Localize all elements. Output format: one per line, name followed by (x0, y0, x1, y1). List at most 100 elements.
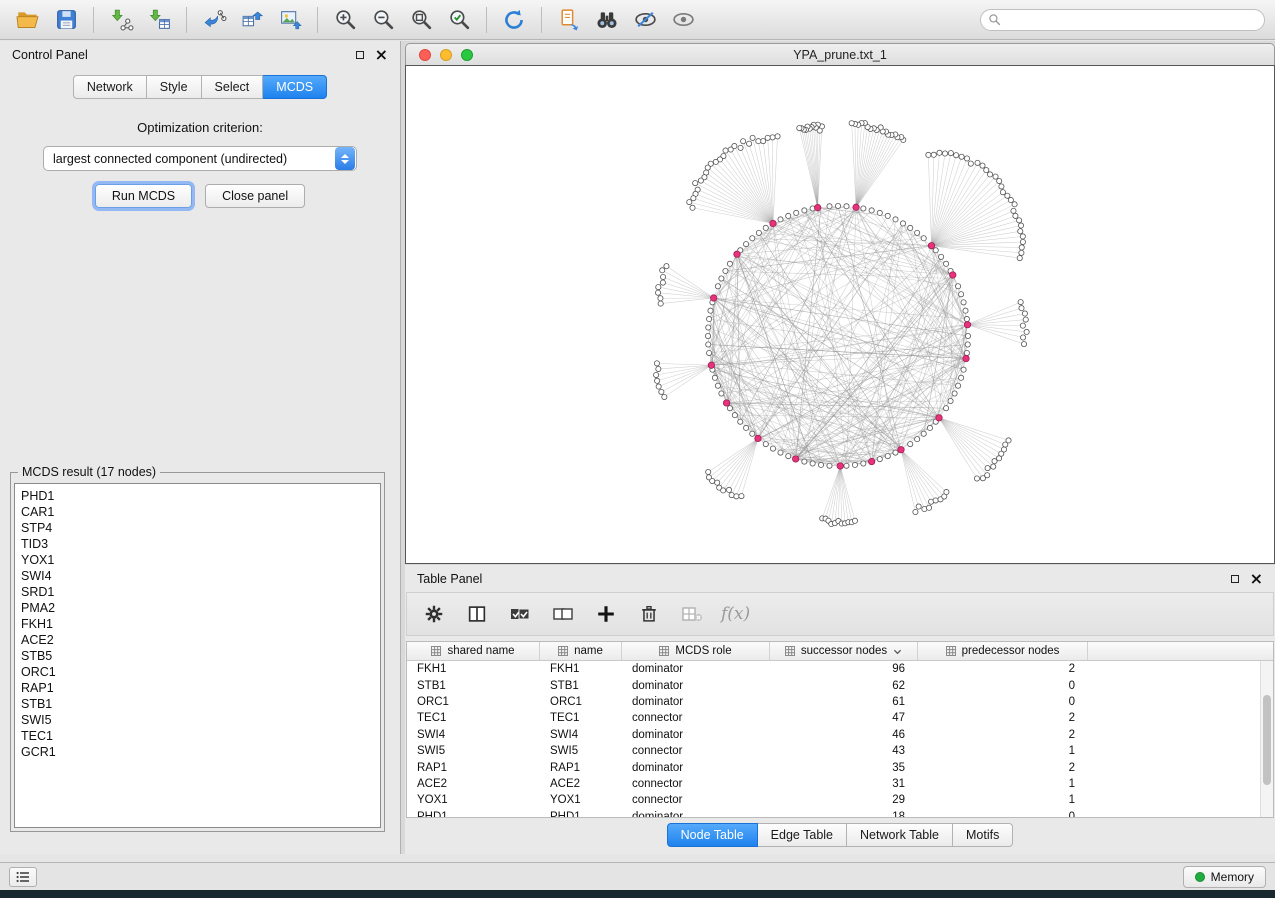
float-table-panel-icon[interactable] (1231, 575, 1239, 583)
show-columns-button[interactable] (463, 599, 491, 629)
table-cell: 0 (918, 696, 1088, 708)
zoom-in-button[interactable] (327, 4, 363, 36)
export-table-button[interactable] (234, 4, 270, 36)
search-input[interactable] (1006, 13, 1257, 27)
column-header-shared-name[interactable]: shared name (407, 642, 540, 660)
column-header-predecessor-nodes[interactable]: predecessor nodes (918, 642, 1088, 660)
close-table-panel-icon[interactable]: × (1250, 573, 1263, 585)
tab-motifs[interactable]: Motifs (953, 823, 1013, 847)
table-settings-button[interactable] (420, 599, 448, 629)
mcds-node-item[interactable]: CAR1 (21, 504, 374, 520)
toolbar-separator (486, 7, 487, 33)
delete-column-button[interactable] (635, 599, 663, 629)
network-window-title: YPA_prune.txt_1 (793, 48, 887, 62)
network-canvas[interactable] (406, 66, 1274, 563)
search-network-button[interactable] (589, 4, 625, 36)
mcds-node-item[interactable]: SRD1 (21, 584, 374, 600)
show-hide-button[interactable] (665, 4, 701, 36)
close-panel-icon[interactable]: × (375, 49, 388, 61)
application-window: Control Panel × Network Style Select MCD… (0, 0, 1275, 890)
deselect-all-rows-button[interactable] (549, 599, 577, 629)
mcds-node-item[interactable]: YOX1 (21, 552, 374, 568)
create-column-button[interactable] (592, 599, 620, 629)
table-row[interactable]: SWI4SWI4dominator462 (407, 727, 1260, 743)
scrollbar-thumb[interactable] (1263, 695, 1271, 785)
mcds-node-item[interactable]: TEC1 (21, 728, 374, 744)
network-view[interactable] (405, 65, 1275, 564)
close-panel-button[interactable]: Close panel (205, 184, 305, 208)
clear-table-button[interactable] (678, 599, 706, 629)
zoom-selected-button[interactable] (441, 4, 477, 36)
network-window-titlebar[interactable]: YPA_prune.txt_1 (405, 43, 1275, 65)
column-header-name[interactable]: name (540, 642, 622, 660)
zoom-fit-button[interactable] (403, 4, 439, 36)
tab-edge-table[interactable]: Edge Table (758, 823, 847, 847)
tab-node-table[interactable]: Node Table (667, 823, 758, 847)
table-row[interactable]: SWI5SWI5connector431 (407, 743, 1260, 759)
function-builder-button[interactable]: f(x) (721, 599, 750, 629)
memory-button[interactable]: Memory (1183, 866, 1266, 888)
plus-icon (595, 603, 617, 625)
mcds-node-item[interactable]: STB5 (21, 648, 374, 664)
mcds-node-item[interactable]: ORC1 (21, 664, 374, 680)
table-row[interactable]: ORC1ORC1dominator610 (407, 694, 1260, 710)
node-table: shared name name MCDS role successor nod… (406, 641, 1274, 818)
close-window-icon[interactable] (419, 49, 431, 61)
table-row[interactable]: PHD1PHD1dominator180 (407, 809, 1260, 817)
mcds-node-item[interactable]: PMA2 (21, 600, 374, 616)
mcds-node-item[interactable]: SWI4 (21, 568, 374, 584)
table-row[interactable]: FKH1FKH1dominator962 (407, 661, 1260, 677)
table-row[interactable]: RAP1RAP1dominator352 (407, 759, 1260, 775)
maximize-window-icon[interactable] (461, 49, 473, 61)
table-cell: STB1 (407, 680, 540, 692)
save-session-button[interactable] (48, 4, 84, 36)
mcds-node-item[interactable]: FKH1 (21, 616, 374, 632)
zoom-out-button[interactable] (365, 4, 401, 36)
table-row[interactable]: STB1STB1dominator620 (407, 677, 1260, 693)
clone-network-button[interactable] (551, 4, 587, 36)
float-panel-icon[interactable] (356, 51, 364, 59)
table-row[interactable]: YOX1YOX1connector291 (407, 792, 1260, 808)
table-row[interactable]: TEC1TEC1connector472 (407, 710, 1260, 726)
mcds-node-item[interactable]: SWI5 (21, 712, 374, 728)
refresh-button[interactable] (496, 4, 532, 36)
mcds-node-item[interactable]: STP4 (21, 520, 374, 536)
table-cell: 29 (770, 794, 918, 806)
table-row[interactable]: ACE2ACE2connector311 (407, 776, 1260, 792)
mcds-node-item[interactable]: RAP1 (21, 680, 374, 696)
search-field[interactable] (980, 9, 1265, 31)
export-network-button[interactable] (196, 4, 232, 36)
tab-style[interactable]: Style (147, 75, 202, 99)
export-network-icon (202, 7, 227, 32)
table-cell: 43 (770, 745, 918, 757)
toggle-visibility-button[interactable] (627, 4, 663, 36)
column-header-successor-nodes[interactable]: successor nodes (770, 642, 918, 660)
mcds-node-item[interactable]: GCR1 (21, 744, 374, 760)
select-all-rows-button[interactable] (506, 599, 534, 629)
optimization-criterion-select[interactable]: largest connected component (undirected) (43, 146, 357, 171)
column-label: shared name (447, 645, 514, 657)
table-scrollbar[interactable] (1260, 661, 1273, 817)
tab-mcds[interactable]: MCDS (263, 75, 327, 99)
run-mcds-button[interactable]: Run MCDS (95, 184, 192, 208)
table-cell: dominator (622, 762, 770, 774)
mcds-node-item[interactable]: STB1 (21, 696, 374, 712)
mcds-result-list[interactable]: PHD1CAR1STP4TID3YOX1SWI4SRD1PMA2FKH1ACE2… (14, 483, 381, 828)
import-network-button[interactable] (103, 4, 139, 36)
sort-chevron-icon (893, 647, 902, 656)
control-panel-tabs: Network Style Select MCDS (0, 75, 400, 99)
column-label: successor nodes (801, 645, 887, 657)
mcds-node-item[interactable]: ACE2 (21, 632, 374, 648)
mcds-node-item[interactable]: PHD1 (21, 488, 374, 504)
tab-network-table[interactable]: Network Table (847, 823, 953, 847)
optimization-criterion-label: Optimization criterion: (0, 120, 400, 135)
minimize-window-icon[interactable] (440, 49, 452, 61)
task-history-button[interactable] (9, 867, 37, 887)
open-file-button[interactable] (10, 4, 46, 36)
tab-select[interactable]: Select (202, 75, 264, 99)
import-table-button[interactable] (141, 4, 177, 36)
mcds-node-item[interactable]: TID3 (21, 536, 374, 552)
tab-network[interactable]: Network (73, 75, 147, 99)
export-image-button[interactable] (272, 4, 308, 36)
column-header-mcds-role[interactable]: MCDS role (622, 642, 770, 660)
